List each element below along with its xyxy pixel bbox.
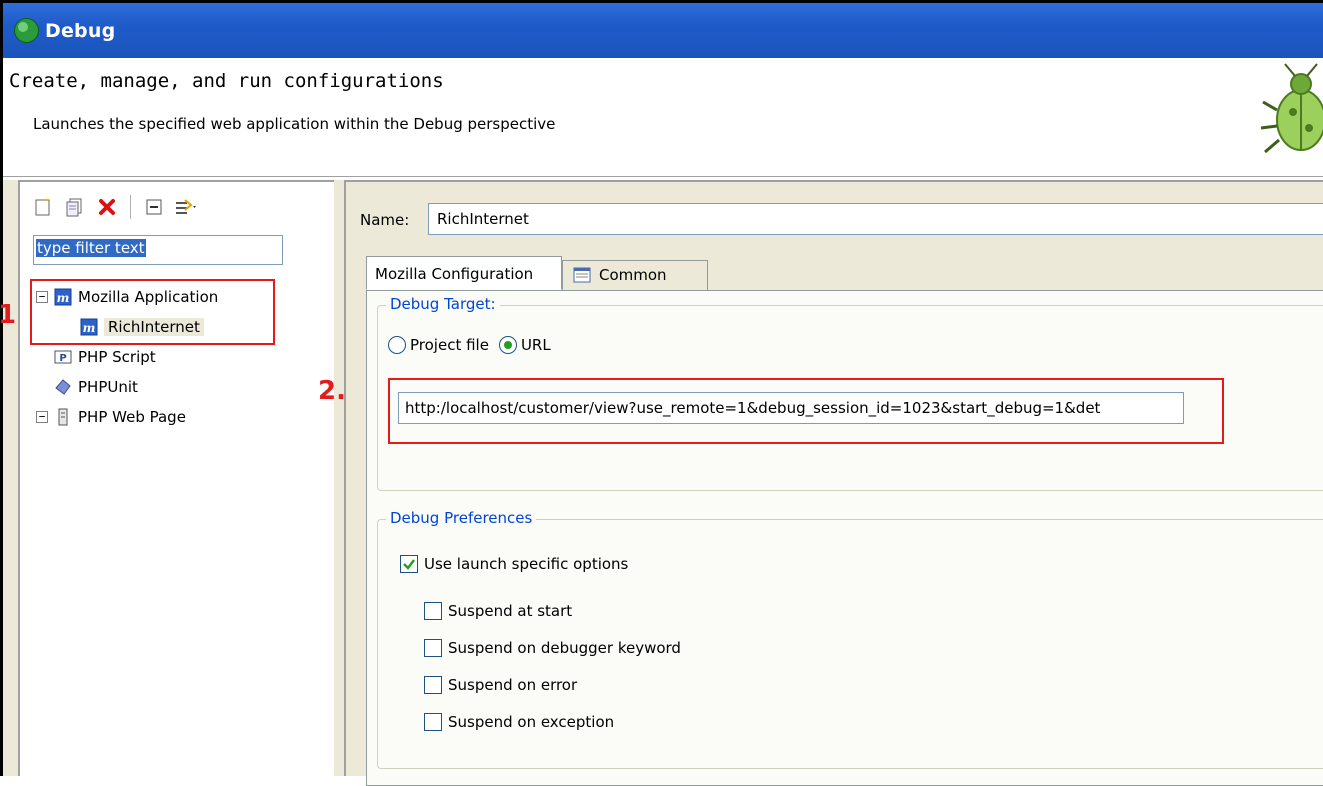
filter-input[interactable]: type filter text [33, 235, 283, 265]
header-title: Create, manage, and run configurations [9, 70, 444, 92]
use-launch-specific-label: Use launch specific options [424, 555, 629, 573]
tree-item-label: PHP Script [78, 348, 156, 366]
suspend-at-start-checkbox[interactable] [424, 602, 442, 620]
svg-text:m: m [83, 321, 96, 335]
tree-item-mozilla-application[interactable]: − m Mozilla Application [36, 282, 326, 312]
project-file-label: Project file [410, 336, 489, 354]
bug-icon [1260, 63, 1323, 154]
eclipse-debug-icon [14, 18, 39, 43]
mozilla-configuration-panel: Debug Target: Project file URL http:/loc… [366, 290, 1323, 786]
php-script-icon: P [54, 348, 72, 366]
config-editor-pane: Name: RichInternet Mozilla Configuration… [344, 180, 1323, 786]
debug-target-legend: Debug Target: [386, 295, 500, 313]
suspend-on-debugger-keyword-checkbox[interactable] [424, 639, 442, 657]
tree-item-richinternet[interactable]: m RichInternet [36, 312, 326, 342]
suspend-at-start-label: Suspend at start [448, 602, 573, 620]
tree-item-label: PHPUnit [78, 378, 138, 396]
project-file-radio[interactable] [388, 336, 406, 354]
tab-mozilla-configuration[interactable]: Mozilla Configuration [366, 256, 562, 290]
delete-icon[interactable] [94, 194, 120, 220]
tree-item-label: PHP Web Page [78, 408, 186, 426]
filter-text: type filter text [36, 239, 146, 257]
tree-item-label: Mozilla Application [78, 288, 219, 306]
checkmark-icon [403, 559, 415, 570]
suspend-on-debugger-keyword-label: Suspend on debugger keyword [448, 639, 681, 657]
left-gutter [3, 180, 18, 776]
debug-preferences-legend: Debug Preferences [386, 509, 537, 527]
toolbar-separator [130, 195, 131, 219]
collapse-toggle-icon[interactable]: − [36, 291, 48, 303]
tab-common[interactable]: Common [562, 260, 708, 290]
use-launch-specific-checkbox[interactable] [400, 555, 418, 573]
suspend-on-exception-label: Suspend on exception [448, 713, 615, 731]
tree-item-phpunit[interactable]: PHPUnit [36, 372, 326, 402]
title-bar[interactable]: Debug [3, 3, 1323, 58]
url-radio[interactable] [498, 336, 517, 354]
url-label: URL [520, 336, 551, 354]
url-input[interactable]: http:/localhost/customer/view?use_remote… [398, 392, 1184, 424]
common-tab-icon [573, 267, 591, 283]
new-launch-config-icon[interactable] [30, 194, 56, 220]
suspend-on-exception-checkbox[interactable] [424, 713, 442, 731]
collapse-all-icon[interactable] [141, 194, 167, 220]
php-web-page-icon [54, 408, 72, 426]
svg-text:m: m [57, 291, 70, 305]
mozilla-app-icon: m [54, 288, 72, 306]
expand-toggle-icon[interactable]: − [36, 411, 48, 423]
duplicate-icon[interactable] [62, 194, 88, 220]
tree-item-label: RichInternet [104, 318, 204, 336]
pane-splitter[interactable] [334, 180, 344, 776]
filter-icon[interactable] [173, 194, 199, 220]
suspend-on-error-row[interactable]: Suspend on error [424, 676, 577, 694]
window-title: Debug [45, 20, 116, 42]
suspend-on-exception-row[interactable]: Suspend on exception [424, 713, 614, 731]
mozilla-app-icon: m [80, 318, 98, 336]
dialog-header: Create, manage, and run configurations L… [3, 58, 1323, 177]
tree-item-php-web-page[interactable]: − PHP Web Page [36, 402, 326, 432]
name-input[interactable]: RichInternet [428, 203, 1323, 235]
config-tree: − m Mozilla Application m RichInternet P… [36, 282, 326, 432]
use-launch-specific-row[interactable]: Use launch specific options [400, 555, 628, 573]
suspend-at-start-row[interactable]: Suspend at start [424, 602, 572, 620]
header-description: Launches the specified web application w… [33, 115, 556, 133]
phpunit-icon [54, 378, 72, 396]
debug-target-radios: Project file URL [388, 336, 551, 354]
suspend-on-debugger-keyword-row[interactable]: Suspend on debugger keyword [424, 639, 681, 657]
config-toolbar [30, 190, 199, 224]
svg-text:P: P [59, 353, 66, 364]
debug-target-group: Debug Target: Project file URL http:/loc… [377, 295, 1323, 491]
launch-config-list-pane: type filter text − m Mozilla Application… [18, 180, 334, 776]
suspend-on-error-label: Suspend on error [448, 676, 578, 694]
debug-preferences-group: Debug Preferences Use launch specific op… [377, 509, 1323, 769]
annotation-marker-2: 2. [318, 376, 346, 406]
tree-item-php-script[interactable]: P PHP Script [36, 342, 326, 372]
suspend-on-error-checkbox[interactable] [424, 676, 442, 694]
name-label: Name: [360, 211, 410, 229]
tab-common-label: Common [599, 266, 667, 284]
radio-selected-dot [503, 341, 512, 349]
